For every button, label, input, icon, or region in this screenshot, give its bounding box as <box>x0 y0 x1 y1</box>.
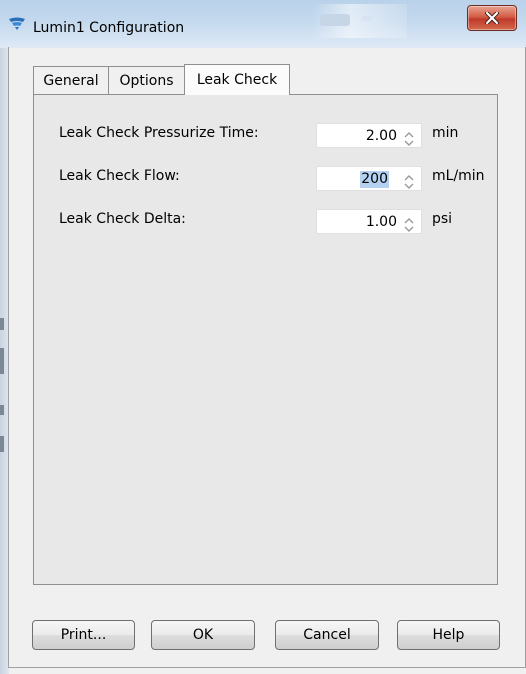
pressurize-time-spinbox[interactable] <box>316 123 422 148</box>
pressurize-time-label: Leak Check Pressurize Time: <box>59 125 259 141</box>
spin-down-icon[interactable] <box>402 179 416 189</box>
pressurize-time-input[interactable] <box>319 126 397 145</box>
help-button[interactable]: Help <box>397 620 500 650</box>
window-title: Lumin1 Configuration <box>33 20 185 36</box>
delta-unit: psi <box>432 211 453 227</box>
close-button[interactable] <box>467 5 517 31</box>
delta-input[interactable] <box>319 212 397 231</box>
delta-stepper[interactable] <box>402 213 416 232</box>
edge-mark <box>0 318 4 330</box>
tab-leak-check[interactable]: Leak Check <box>184 64 290 95</box>
flow-selected-value[interactable]: 200 <box>360 171 389 188</box>
print-button[interactable]: Print... <box>32 620 135 650</box>
delta-label: Leak Check Delta: <box>59 211 186 227</box>
pressurize-time-unit: min <box>432 125 459 141</box>
title-bar[interactable]: Lumin1 Configuration <box>0 0 526 48</box>
tab-general-label: General <box>43 72 99 89</box>
tab-options[interactable]: Options <box>108 66 185 94</box>
pressurize-time-stepper[interactable] <box>402 127 416 146</box>
edge-mark <box>0 405 4 415</box>
decoration-mark <box>320 14 350 26</box>
spin-down-icon[interactable] <box>402 222 416 232</box>
flow-stepper[interactable] <box>402 170 416 189</box>
flow-label: Leak Check Flow: <box>59 168 180 184</box>
app-icon <box>8 17 26 31</box>
tab-leak-check-label: Leak Check <box>196 72 278 88</box>
titlebar-decoration <box>312 4 407 38</box>
edge-mark <box>0 436 4 452</box>
spin-up-icon[interactable] <box>402 213 416 224</box>
edge-mark <box>0 348 4 374</box>
spin-up-icon[interactable] <box>402 170 416 181</box>
flow-spinbox[interactable]: 200 <box>316 166 422 191</box>
ok-button[interactable]: OK <box>151 620 255 650</box>
delta-spinbox[interactable] <box>316 209 422 234</box>
decoration-mark <box>362 16 372 21</box>
spin-down-icon[interactable] <box>402 136 416 146</box>
close-icon <box>485 12 499 24</box>
flow-unit: mL/min <box>432 168 485 184</box>
tab-options-label: Options <box>119 72 174 89</box>
cancel-button[interactable]: Cancel <box>275 620 379 650</box>
tab-general[interactable]: General <box>33 66 109 94</box>
spin-up-icon[interactable] <box>402 127 416 138</box>
